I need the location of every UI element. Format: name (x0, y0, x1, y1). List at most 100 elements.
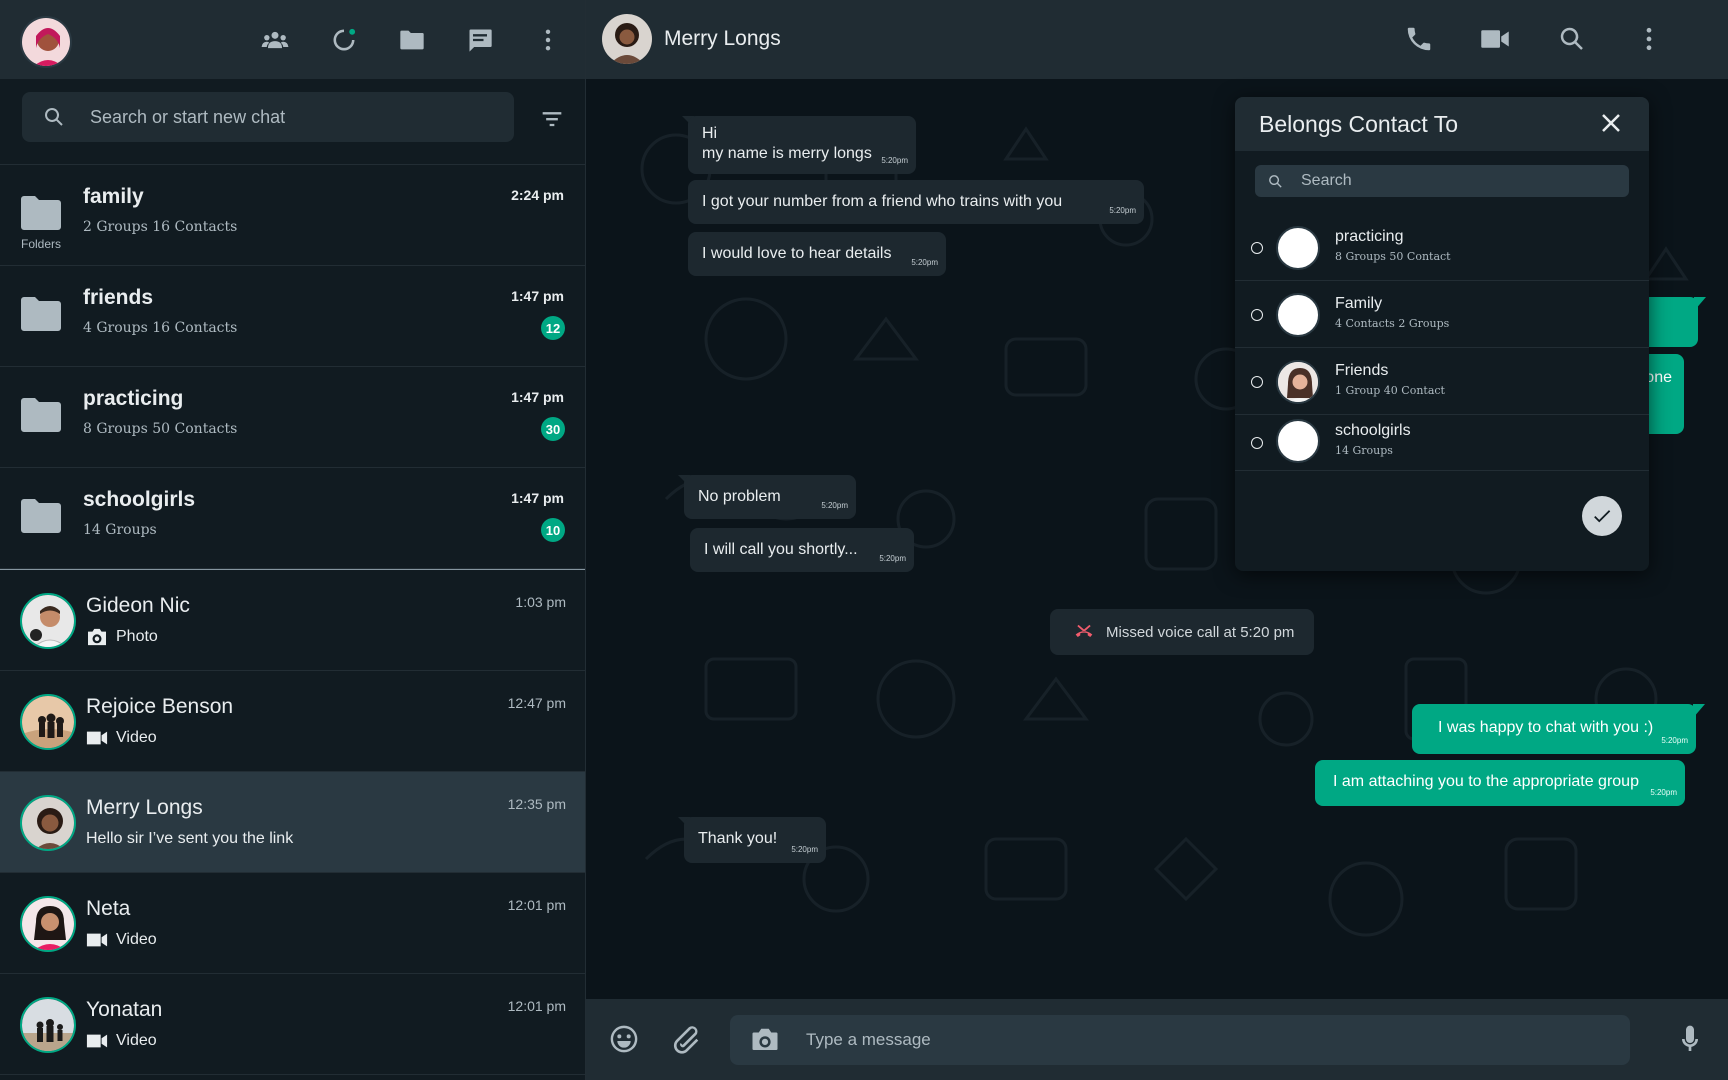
folder-meta: 4 Groups 16 Contacts (83, 320, 238, 336)
chat-time: 12:01 pm (507, 998, 566, 1014)
unread-badge: 10 (541, 518, 565, 542)
chat-list-item[interactable]: Yonatan Video 12:01 pm (0, 974, 585, 1075)
missed-call-icon (1075, 624, 1093, 637)
new-chat-icon[interactable] (464, 24, 496, 56)
contact-name[interactable]: Merry Longs (664, 27, 781, 51)
sidebar-search-row: Folders (0, 79, 585, 251)
contact-avatar (20, 593, 76, 649)
option-meta: 4 Contacts 2 Groups (1335, 317, 1450, 330)
menu-kebab-icon[interactable] (1634, 24, 1666, 56)
folder-time: 2:24 pm (511, 187, 564, 203)
message-text: I was happy to chat with you :) (1438, 719, 1654, 736)
communities-icon[interactable] (259, 24, 291, 56)
option-name: Friends (1335, 362, 1389, 379)
folder-item[interactable]: family 2 Groups 16 Contacts 2:24 pm (0, 165, 585, 266)
chat-time: 12:35 pm (507, 796, 566, 812)
video-icon (86, 731, 108, 745)
folder-avatar (1276, 226, 1320, 270)
emoji-icon[interactable] (608, 1023, 642, 1057)
folder-option[interactable]: practicing 8 Groups 50 Contact (1235, 214, 1649, 281)
message-bubble-incoming[interactable]: Hi my name is merry longs 5:20pm (688, 116, 916, 174)
message-time: 5:20pm (1661, 736, 1688, 745)
message-text: I would love to hear details (702, 245, 892, 262)
chat-preview: Photo (86, 628, 158, 646)
attach-paperclip-icon[interactable] (670, 1023, 704, 1057)
folder-item[interactable]: schoolgirls 14 Groups 1:47 pm 10 (0, 468, 585, 569)
message-text: one (1645, 369, 1672, 386)
dialog-search-input[interactable] (1301, 165, 1601, 197)
folder-name: friends (83, 286, 154, 309)
chat-search-box[interactable] (22, 92, 514, 142)
dialog-title: Belongs Contact To (1259, 111, 1459, 137)
folder-meta: 8 Groups 50 Contacts (83, 421, 238, 437)
message-bubble-incoming[interactable]: Thank you! 5:20pm (684, 817, 826, 863)
message-input[interactable] (806, 1015, 1606, 1065)
message-bubble-incoming[interactable]: I will call you shortly... 5:20pm (690, 528, 914, 572)
chat-search-input[interactable] (90, 92, 490, 142)
folder-time: 1:47 pm (511, 490, 564, 506)
chat-list-item[interactable]: Gideon Nic Photo 1:03 pm (0, 570, 585, 671)
folder-time: 1:47 pm (511, 288, 564, 304)
folder-icon (20, 397, 62, 433)
radio-button[interactable] (1251, 376, 1263, 388)
message-bubble-outgoing[interactable]: I am attaching you to the appropriate gr… (1315, 760, 1685, 806)
message-time: 5:20pm (1650, 788, 1677, 797)
contact-avatar (20, 997, 76, 1053)
folder-item[interactable]: friends 4 Groups 16 Contacts 1:47 pm 12 (0, 266, 585, 367)
confirm-check-button[interactable] (1582, 496, 1622, 536)
contact-avatar[interactable] (602, 14, 652, 64)
folder-avatar (1276, 360, 1320, 404)
chat-preview-text: Hello sir I’ve sent you the link (86, 830, 294, 847)
chat-preview-text: Photo (116, 628, 158, 645)
voice-call-icon[interactable] (1404, 24, 1436, 56)
close-icon[interactable] (1599, 111, 1623, 135)
message-bubble-incoming[interactable]: I got your number from a friend who trai… (688, 180, 1144, 224)
radio-button[interactable] (1251, 242, 1263, 254)
chat-list-item[interactable]: Rejoice Benson Video 12:47 pm (0, 671, 585, 772)
contact-avatar (20, 694, 76, 750)
message-text: I will call you shortly... (704, 541, 858, 558)
message-time: 5:20pm (911, 258, 938, 267)
message-bubble-incoming[interactable]: I would love to hear details 5:20pm (688, 232, 946, 276)
folder-icon[interactable] (396, 24, 428, 56)
chat-list-item[interactable]: Neta Video 12:01 pm (0, 873, 585, 974)
video-icon (86, 1034, 108, 1048)
chat-preview-text: Video (116, 729, 157, 746)
dialog-search-box[interactable] (1255, 165, 1629, 197)
message-text: Thank you! (698, 830, 778, 847)
message-input-box[interactable] (730, 1015, 1630, 1065)
filter-icon[interactable] (538, 104, 566, 132)
radio-button[interactable] (1251, 437, 1263, 449)
option-name: practicing (1335, 228, 1404, 245)
my-profile-avatar[interactable] (20, 16, 72, 68)
folder-avatar (1276, 293, 1320, 337)
status-icon[interactable] (328, 24, 360, 56)
folder-icon (20, 498, 62, 534)
folder-name: family (83, 185, 144, 208)
chat-name: Neta (86, 897, 131, 920)
folder-option[interactable]: schoolgirls 14 Groups (1235, 415, 1649, 471)
option-meta: 1 Group 40 Contact (1335, 384, 1445, 397)
search-icon (1269, 175, 1282, 188)
search-icon[interactable] (1557, 24, 1589, 56)
video-icon (86, 933, 108, 947)
folder-option[interactable]: Family 4 Contacts 2 Groups (1235, 281, 1649, 348)
chat-preview: Video (86, 729, 157, 747)
folder-avatar (1276, 419, 1320, 463)
radio-button[interactable] (1251, 309, 1263, 321)
chat-time: 12:47 pm (507, 695, 566, 711)
video-call-icon[interactable] (1480, 24, 1512, 56)
message-bubble-outgoing[interactable]: I was happy to chat with you :) 5:20pm (1412, 704, 1696, 754)
chat-list-item-active[interactable]: Merry Longs Hello sir I’ve sent you the … (0, 772, 585, 873)
folder-name: practicing (83, 387, 184, 410)
message-bubble-incoming[interactable]: No problem 5:20pm (684, 475, 856, 519)
missed-call-notice: Missed voice call at 5:20 pm (1050, 609, 1314, 655)
chat-sidebar: Folders family 2 Groups 16 Contacts 2:24… (0, 0, 586, 1080)
chat-time: 1:03 pm (515, 594, 566, 610)
folder-option[interactable]: Friends 1 Group 40 Contact (1235, 348, 1649, 415)
folder-item[interactable]: practicing 8 Groups 50 Contacts 1:47 pm … (0, 367, 585, 468)
menu-kebab-icon[interactable] (532, 24, 564, 56)
camera-icon[interactable] (750, 1025, 780, 1055)
chat-time: 12:01 pm (507, 897, 566, 913)
microphone-icon[interactable] (1674, 1023, 1708, 1057)
